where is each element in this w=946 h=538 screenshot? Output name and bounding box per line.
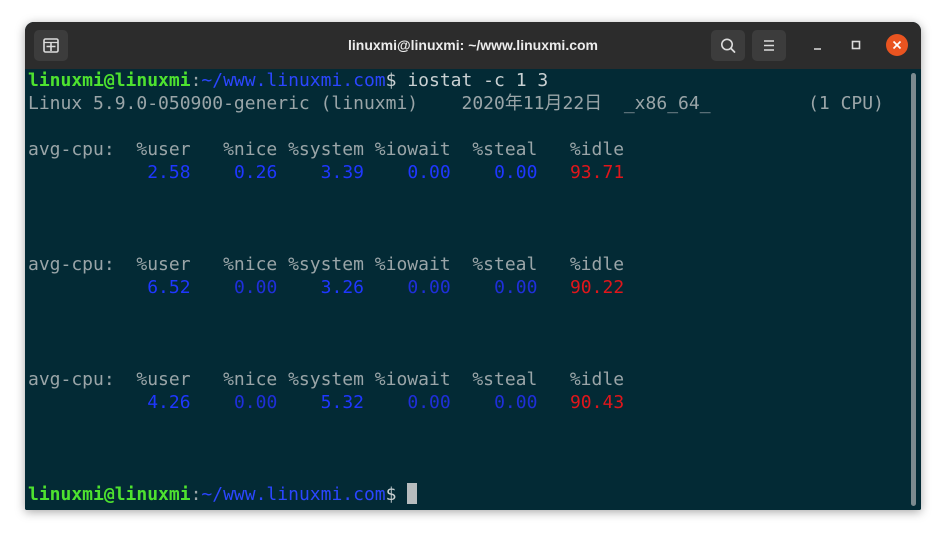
nice-value: 0.00 [233,277,278,298]
search-icon [721,38,736,53]
steal-value: 0.00 [494,392,538,413]
text-cursor [407,483,418,504]
report-values: 2.58 0.26 3.39 0.00 0.00 93.71 [28,161,624,184]
prompt-separator: : [190,70,202,91]
system-info-line: Linux 5.9.0-050900-generic (linuxmi) 202… [28,93,884,114]
prompt-symbol: $ [385,70,408,91]
nice-value: 0.26 [233,162,278,183]
minimize-icon [814,48,821,50]
hamburger-menu-icon [764,40,774,51]
close-button[interactable] [886,34,908,56]
nice-value: 0.00 [233,392,278,413]
report-values: 6.52 0.00 3.26 0.00 0.00 90.22 [28,276,624,299]
terminal-window: linuxmi@linuxmi: ~/www.linuxmi.com linux… [25,22,921,510]
idle-value: 90.22 [569,277,625,298]
user-value: 6.52 [147,277,191,298]
iowait-value: 0.00 [407,277,451,298]
report-header: avg-cpu: %user %nice %system %iowait %st… [28,139,625,160]
minimize-button[interactable] [807,34,829,56]
maximize-icon [851,40,861,50]
prompt-path: ~/www.linuxmi.com [201,70,386,91]
steal-value: 0.00 [494,162,538,183]
maximize-button[interactable] [845,34,867,56]
system-value: 3.39 [320,162,365,183]
search-button[interactable] [711,30,745,61]
prompt-user-host: linuxmi@linuxmi [28,484,191,505]
report-header: avg-cpu: %user %nice %system %iowait %st… [28,254,625,275]
system-value: 3.26 [320,277,365,298]
report-values: 4.26 0.00 5.32 0.00 0.00 90.43 [28,391,624,414]
report-header: avg-cpu: %user %nice %system %iowait %st… [28,369,625,390]
prompt-path: ~/www.linuxmi.com [201,484,386,505]
prompt-symbol: $ [385,484,408,505]
prompt-separator: : [190,484,202,505]
prompt-user-host: linuxmi@linuxmi [28,70,191,91]
command-line: linuxmi@linuxmi:~/www.linuxmi.com$ iosta… [28,69,548,92]
vertical-scrollbar[interactable] [911,73,916,506]
system-value: 5.32 [320,392,365,413]
user-value: 2.58 [147,162,191,183]
terminal-output[interactable]: linuxmi@linuxmi:~/www.linuxmi.com$ iosta… [25,69,921,510]
idle-value: 93.71 [569,162,625,183]
user-value: 4.26 [147,392,191,413]
prompt-line[interactable]: linuxmi@linuxmi:~/www.linuxmi.com$ [28,483,418,506]
close-icon [892,40,902,50]
iowait-value: 0.00 [407,392,451,413]
iowait-value: 0.00 [407,162,451,183]
idle-value: 90.43 [569,392,625,413]
menu-button[interactable] [752,30,786,61]
window-title: linuxmi@linuxmi: ~/www.linuxmi.com [347,37,598,53]
title-bar[interactable]: linuxmi@linuxmi: ~/www.linuxmi.com [25,22,921,69]
steal-value: 0.00 [494,277,538,298]
command-text: iostat -c 1 3 [407,70,549,91]
